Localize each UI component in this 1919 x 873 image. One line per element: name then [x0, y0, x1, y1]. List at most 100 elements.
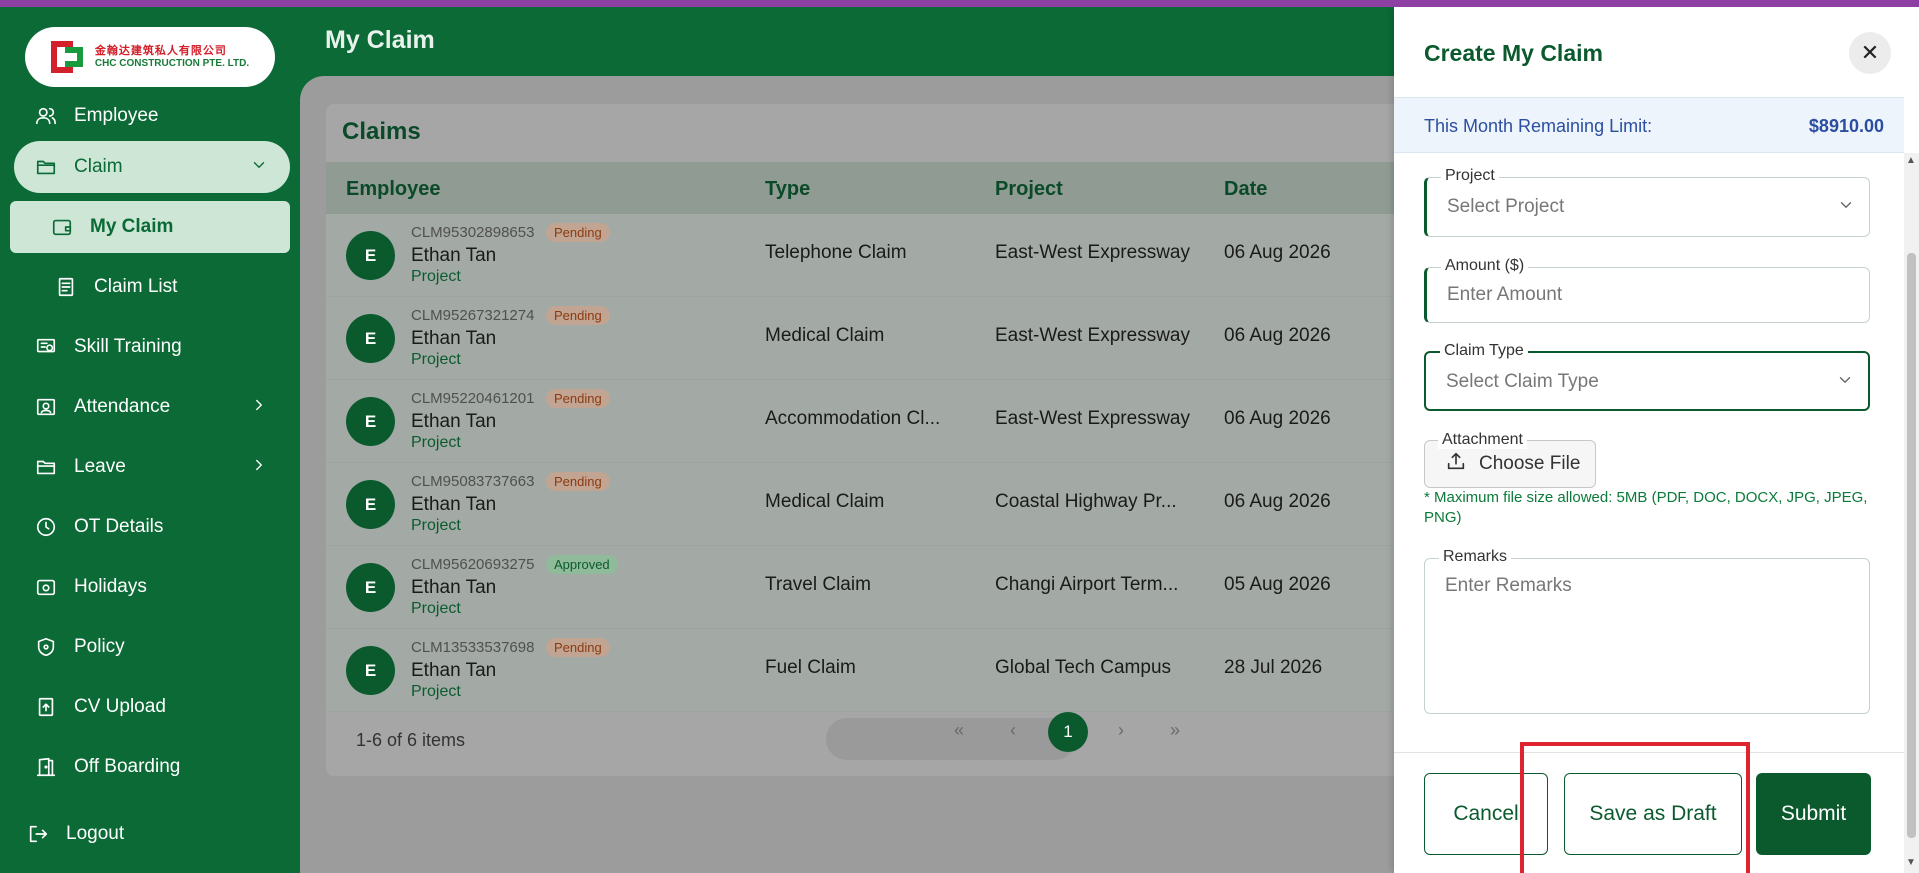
page-title: My Claim	[325, 26, 435, 54]
amount-placeholder: Enter Amount	[1447, 284, 1563, 305]
attachment-label: Attachment	[1438, 431, 1527, 449]
employee-subtitle: Project	[411, 434, 461, 451]
first-page-button[interactable]: «	[954, 720, 964, 741]
column-header-type[interactable]: Type	[765, 178, 810, 201]
last-page-button[interactable]: »	[1170, 720, 1180, 741]
scroll-up-arrow-icon[interactable]: ▲	[1906, 155, 1916, 166]
claim-id: CLM95220461201	[411, 390, 535, 407]
drawer-scrollbar[interactable]: ▲ ▼	[1904, 153, 1919, 873]
close-icon: ✕	[1860, 40, 1880, 65]
certificate-icon	[34, 335, 58, 359]
employee-name: Ethan Tan	[411, 411, 497, 432]
claim-type: Accommodation Cl...	[765, 408, 941, 429]
sidebar-item-label: Claim	[74, 156, 123, 177]
remaining-limit-label: This Month Remaining Limit:	[1424, 116, 1653, 136]
footer-divider	[1394, 752, 1904, 753]
door-icon	[34, 755, 58, 779]
page-1-button[interactable]: 1	[1048, 712, 1088, 752]
status-badge: Pending	[546, 638, 610, 657]
amount-input[interactable]: Amount ($) Enter Amount	[1424, 257, 1870, 323]
sidebar-item-label: Logout	[66, 823, 125, 844]
status-badge: Pending	[546, 389, 610, 408]
project-placeholder: Select Project	[1447, 196, 1565, 217]
sidebar-item-label: Skill Training	[74, 336, 182, 357]
claim-date: 05 Aug 2026	[1224, 574, 1331, 595]
drawer-title: Create My Claim	[1424, 40, 1603, 66]
remarks-placeholder: Enter Remarks	[1445, 575, 1572, 596]
sidebar-item-holidays[interactable]: Holidays	[14, 561, 290, 613]
prev-page-button[interactable]: ‹	[1010, 720, 1016, 741]
sidebar-item-cv-upload[interactable]: CV Upload	[14, 681, 290, 733]
scroll-down-arrow-icon[interactable]: ▼	[1906, 857, 1916, 868]
company-logo-icon	[50, 39, 87, 75]
company-logo[interactable]: 金翰达建筑私人有限公司 CHC CONSTRUCTION PTE. LTD.	[25, 27, 275, 87]
logo-chinese-name: 金翰达建筑私人有限公司	[94, 44, 227, 58]
top-accent-bar	[0, 0, 1919, 7]
sidebar-item-employee[interactable]: Employee	[14, 90, 290, 142]
claim-id: CLM13533537698	[411, 639, 535, 656]
claim-project: Global Tech Campus	[995, 657, 1172, 678]
scroll-thumb[interactable]	[1907, 253, 1916, 838]
sidebar-item-logout[interactable]: Logout	[6, 808, 282, 860]
close-button[interactable]: ✕	[1849, 32, 1891, 74]
avatar: E	[346, 646, 395, 695]
table-row[interactable]: E CLM13533537698 Pending Ethan Tan Proje…	[326, 629, 1406, 712]
avatar: E	[346, 231, 395, 280]
sidebar-item-label: Leave	[74, 456, 126, 477]
save-as-draft-button[interactable]: Save as Draft	[1564, 773, 1742, 855]
chevron-right-icon	[250, 396, 268, 419]
table-row[interactable]: E CLM95267321274 Pending Ethan Tan Proje…	[326, 297, 1406, 380]
folder-icon	[34, 155, 58, 179]
sidebar-item-policy[interactable]: Policy	[14, 621, 290, 673]
column-header-date[interactable]: Date	[1224, 178, 1267, 201]
claim-type: Telephone Claim	[765, 242, 907, 263]
employee-name: Ethan Tan	[411, 660, 497, 681]
claim-type-select[interactable]: Claim Type Select Claim Type	[1424, 342, 1870, 411]
sidebar-item-attendance[interactable]: Attendance	[14, 381, 290, 433]
remaining-limit-value: $8910.00	[1808, 116, 1884, 136]
logout-icon	[26, 822, 50, 846]
sidebar-item-label: OT Details	[74, 516, 164, 537]
table-row[interactable]: E CLM95220461201 Pending Ethan Tan Proje…	[326, 380, 1406, 463]
employee-name: Ethan Tan	[411, 494, 497, 515]
sidebar: 金翰达建筑私人有限公司 CHC CONSTRUCTION PTE. LTD. E…	[0, 7, 300, 873]
sidebar-item-claim[interactable]: Claim	[14, 141, 290, 193]
claim-id: CLM95302898653	[411, 224, 535, 241]
logo-english-name: CHC CONSTRUCTION PTE. LTD.	[94, 57, 250, 69]
sidebar-item-my-claim[interactable]: My Claim	[10, 201, 290, 253]
id-card-icon	[34, 395, 58, 419]
shield-icon	[34, 635, 58, 659]
next-page-button[interactable]: ›	[1118, 720, 1124, 741]
clock-icon	[34, 515, 58, 539]
submit-button[interactable]: Submit	[1756, 773, 1871, 855]
table-row[interactable]: E CLM95083737663 Pending Ethan Tan Proje…	[326, 463, 1406, 546]
users-icon	[34, 104, 58, 128]
avatar: E	[346, 397, 395, 446]
employee-subtitle: Project	[411, 600, 461, 617]
column-header-employee[interactable]: Employee	[346, 178, 440, 201]
column-header-project[interactable]: Project	[995, 178, 1063, 201]
sidebar-item-off-boarding[interactable]: Off Boarding	[14, 741, 290, 793]
sidebar-item-label: Claim List	[94, 276, 178, 297]
claim-id: CLM95620693275	[411, 556, 535, 573]
table-row[interactable]: E CLM95620693275 Approved Ethan Tan Proj…	[326, 546, 1406, 629]
sidebar-item-skill-training[interactable]: Skill Training	[14, 321, 290, 373]
claims-table-card: Claims Employee Type Project Date E CLM9…	[326, 104, 1406, 776]
upload-icon	[1445, 450, 1467, 478]
calendar-icon	[34, 575, 58, 599]
sidebar-item-label: My Claim	[90, 216, 174, 237]
claim-id: CLM95267321274	[411, 307, 535, 324]
table-row[interactable]: E CLM95302898653 Pending Ethan Tan Proje…	[326, 214, 1406, 297]
sidebar-item-label: Policy	[74, 636, 125, 657]
avatar: E	[346, 563, 395, 612]
employee-name: Ethan Tan	[411, 577, 497, 598]
cancel-button[interactable]: Cancel	[1424, 773, 1548, 855]
status-badge: Pending	[546, 472, 610, 491]
sidebar-item-ot-details[interactable]: OT Details	[14, 501, 290, 553]
sidebar-item-leave[interactable]: Leave	[14, 441, 290, 493]
claim-type-label: Claim Type	[1440, 342, 1528, 360]
project-select[interactable]: Project Select Project	[1424, 167, 1870, 237]
table-header: Employee Type Project Date	[326, 162, 1406, 214]
sidebar-item-claim-list[interactable]: Claim List	[14, 261, 290, 313]
remarks-textarea[interactable]: Remarks Enter Remarks	[1424, 548, 1870, 714]
